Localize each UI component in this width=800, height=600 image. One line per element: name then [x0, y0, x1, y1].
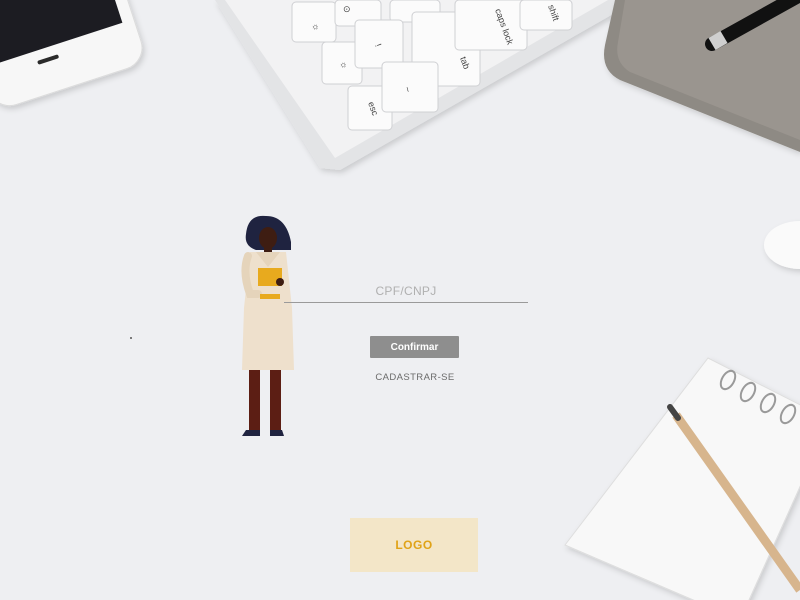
logo-text: LOGO [395, 538, 433, 552]
mouse-photo [764, 221, 800, 269]
keyboard-photo: ☼ ⊙ ☼ ! tab caps lock shift esc ~ [215, 0, 620, 170]
svg-text:⊙: ⊙ [343, 4, 351, 14]
dust-speck [130, 337, 132, 339]
spiral-notepad-photo [564, 357, 800, 600]
cpf-input[interactable] [284, 280, 528, 302]
signup-link[interactable]: CADASTRAR-SE [360, 372, 470, 386]
confirm-button[interactable]: Confirmar [370, 336, 459, 358]
fabric-case-photo [604, 0, 800, 152]
logo: LOGO [350, 518, 478, 572]
smartphone-photo [0, 0, 143, 107]
woman-holding-folder-illustration [241, 215, 294, 436]
cpf-field [284, 280, 528, 303]
